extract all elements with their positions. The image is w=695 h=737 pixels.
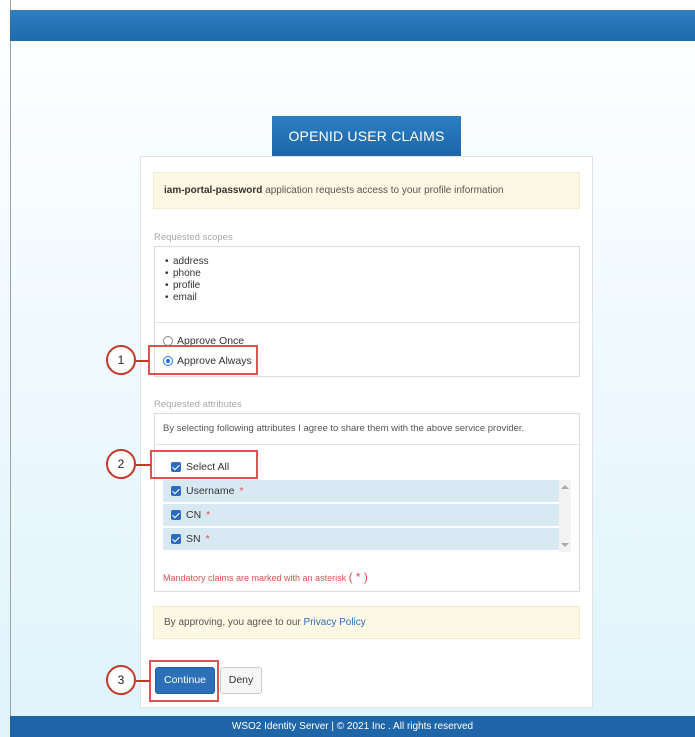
claim-name: SN [186,533,201,545]
scopes-divider [155,322,579,323]
claims-scrollbar[interactable] [559,480,571,552]
claim-checkbox[interactable] [171,486,181,496]
access-request-message: iam-portal-password application requests… [153,172,580,209]
attributes-agreement-note: By selecting following attributes I agre… [163,423,525,434]
policy-text: By approving, you agree to our [164,617,304,628]
attributes-panel: By selecting following attributes I agre… [154,413,580,592]
claim-checkbox[interactable] [171,534,181,544]
top-bar [10,10,695,41]
claim-row-username[interactable]: Username * [163,480,559,502]
scope-item: address [165,256,209,268]
callout-connector [136,464,151,466]
requested-scopes-label: Requested scopes [154,232,233,243]
scope-item: profile [165,280,209,292]
scope-item: email [165,292,209,304]
scroll-up-arrow-icon[interactable] [561,485,569,489]
mandatory-claims-note: Mandatory claims are marked with an aste… [163,570,368,584]
callout-1: 1 [106,345,136,375]
highlight-select-all [150,450,258,479]
callout-connector [136,360,149,362]
required-asterisk: * [205,533,210,545]
highlight-approve-always [148,345,258,375]
scroll-down-arrow-icon[interactable] [561,543,569,547]
claim-row-sn[interactable]: SN * [163,528,559,550]
claim-checkbox[interactable] [171,510,181,520]
mandatory-text: Mandatory claims are marked with an aste… [163,573,347,583]
requested-attributes-label: Requested attributes [154,399,242,410]
access-request-text: application requests access to your prof… [262,185,504,196]
claim-name: Username [186,485,235,497]
attributes-divider [155,444,579,445]
application-name: iam-portal-password [164,185,263,196]
window-edge [10,0,11,737]
callout-2: 2 [106,449,136,479]
callout-3: 3 [106,665,136,695]
privacy-policy-notice: By approving, you agree to our Privacy P… [153,606,580,639]
highlight-continue [149,660,219,702]
required-asterisk: * [206,509,211,521]
claims-list: Username * CN * SN * [163,480,559,552]
scope-item: phone [165,268,209,280]
claim-name: CN [186,509,202,521]
deny-button[interactable]: Deny [220,667,262,694]
mandatory-asterisk-symbol: ( * ) [348,570,368,584]
page-title: OPENID USER CLAIMS [272,116,461,156]
privacy-policy-link[interactable]: Privacy Policy [304,617,366,628]
footer: WSO2 Identity Server | © 2021 Inc . All … [10,716,695,737]
required-asterisk: * [239,485,244,497]
scope-list: address phone profile email [165,256,209,304]
claim-row-cn[interactable]: CN * [163,504,559,526]
callout-connector [136,680,150,682]
